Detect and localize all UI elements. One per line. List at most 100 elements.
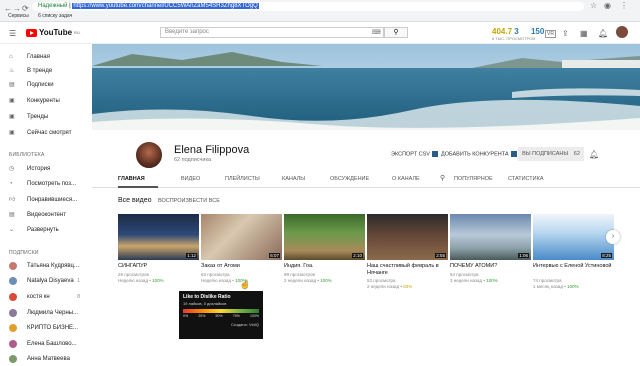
vidiq-stats: 404.7 3 150 6 TЫС. ПРОСМОТРОВ bbox=[492, 27, 544, 41]
video-title-1[interactable]: Заказ от Атоми bbox=[201, 263, 282, 270]
avatar bbox=[9, 277, 17, 285]
sidebar-sub-1[interactable]: Natalya Disyaeva 1 bbox=[0, 274, 90, 288]
subscribed-button[interactable]: ВЫ ПОДПИСАНЫ 62 bbox=[518, 147, 584, 161]
video-meta-2: 2 недели назад • 100% bbox=[284, 278, 332, 283]
video-title-0[interactable]: СИНГАПУР bbox=[118, 263, 199, 270]
ratio-ticks: 0% 25% 50% 75% 100% bbox=[183, 314, 259, 318]
sidebar-sub-5[interactable]: Елена Башлово... bbox=[0, 337, 90, 351]
tooltip-title: Like to Dislike Ratio bbox=[183, 294, 231, 300]
tab-videos[interactable]: ВИДЕО bbox=[181, 176, 200, 182]
like-ratio-tooltip: Like to Dislike Ratio 19 лайков, 0 дизла… bbox=[179, 291, 263, 339]
avatar bbox=[9, 324, 17, 332]
trending-icon: ♨ bbox=[9, 68, 15, 74]
account-avatar[interactable] bbox=[616, 26, 628, 38]
sidebar-item-competitors[interactable]: ▣ Конкуренты bbox=[0, 94, 90, 108]
video-thumbnail-4[interactable]: 1:06 bbox=[450, 214, 531, 260]
video-thumbnail-0[interactable]: 1:12 bbox=[118, 214, 199, 260]
stat-label: 6 TЫС. ПРОСМОТРОВ bbox=[492, 36, 536, 41]
bookmarks-bar: Сервисы 6 списку задач bbox=[0, 11, 640, 22]
sidebar-sub-4[interactable]: КРИПТО БИЗНЕ... bbox=[0, 321, 90, 335]
video-title-4[interactable]: ПОЧЕМУ АТОМИ? bbox=[450, 263, 531, 270]
search-button[interactable]: ⚲ bbox=[384, 27, 408, 38]
video-thumbnail-1[interactable]: 6:07 bbox=[201, 214, 282, 260]
video-title-5[interactable]: Интервью с Еленой Устиновой bbox=[533, 263, 614, 270]
cursor-icon: ☝ bbox=[240, 280, 250, 289]
bookmark-tasks[interactable]: 6 списку задач bbox=[38, 13, 72, 19]
tooltip-subtitle: 19 лайков, 0 дизлайков bbox=[183, 301, 227, 306]
sidebar-sub-3[interactable]: Людмила Черны... bbox=[0, 306, 90, 320]
sidebar-item-home[interactable]: ⌂ Главная bbox=[0, 50, 90, 64]
play-all-button[interactable]: ВОСПРОИЗВЕСТИ ВСЕ bbox=[158, 198, 220, 204]
sidebar-item-subscriptions[interactable]: ▤ Подписки bbox=[0, 78, 90, 92]
tab-about[interactable]: О КАНАЛЕ bbox=[392, 176, 420, 182]
channel-subscribers: 62 подписчика bbox=[174, 157, 212, 163]
vr-badge[interactable]: VR bbox=[545, 30, 556, 38]
tab-home[interactable]: ГЛАВНАЯ bbox=[118, 176, 145, 182]
subscriptions-icon: ▤ bbox=[9, 82, 15, 88]
notifications-icon[interactable]: 🔔︎ bbox=[598, 29, 608, 38]
export-icon bbox=[431, 151, 438, 157]
bookmark-services[interactable]: Сервисы bbox=[8, 13, 29, 19]
sidebar-item-watching[interactable]: ▣ Сейчас смотрят bbox=[0, 126, 90, 140]
add-competitor-button[interactable]: ДОБАВИТЬ КОНКУРЕНТА bbox=[441, 151, 517, 157]
keyboard-icon[interactable]: ⌨ bbox=[372, 29, 381, 36]
sidebar-sub-0[interactable]: Татьяна Кудрявц... bbox=[0, 259, 90, 273]
hamburger-icon[interactable]: ☰ bbox=[9, 29, 16, 38]
sidebar-item-expand[interactable]: ⌄ Развернуть bbox=[0, 223, 90, 237]
tooltip-footer: Создано: VidIQ bbox=[231, 322, 259, 327]
upload-icon[interactable]: ⇪ bbox=[562, 29, 569, 38]
video-thumbnail-5[interactable]: 8:25 bbox=[533, 214, 614, 260]
tab-popular[interactable]: ПОПУЛЯРНОЕ bbox=[454, 176, 493, 182]
banner-image bbox=[92, 44, 640, 130]
address-bar[interactable]: Надежный | https://www.youtube.com/chann… bbox=[32, 2, 584, 11]
tab-playlists[interactable]: ПЛЕЙЛИСТЫ bbox=[225, 176, 260, 182]
library-heading: БИБЛИОТЕКА bbox=[9, 152, 45, 158]
search-icon[interactable]: ⚲ bbox=[440, 174, 445, 182]
secure-label: Надежный bbox=[38, 3, 68, 9]
sidebar: ⌂ Главная ♨ В тренде ▤ Подписки ▣ Конкуренты… bbox=[0, 44, 90, 363]
bell-icon[interactable]: 🔔︎ bbox=[589, 150, 599, 159]
channel-tabs: ГЛАВНАЯ ВИДЕО ПЛЕЙЛИСТЫ КАНАЛЫ ОБСУЖДЕНИ… bbox=[92, 172, 640, 188]
youtube-play-icon bbox=[26, 28, 37, 37]
channel-name: Elena Filippova bbox=[174, 144, 250, 156]
search-input[interactable]: Введите запрос bbox=[160, 27, 384, 38]
ratio-bar bbox=[183, 309, 259, 313]
export-csv-button[interactable]: ЭКСПОРТ CSV bbox=[391, 151, 438, 157]
avatar bbox=[9, 293, 17, 301]
stat-three: 150 bbox=[530, 27, 545, 36]
apps-icon[interactable]: ▦ bbox=[580, 29, 588, 38]
chevron-down-icon: ⌄ bbox=[9, 227, 15, 233]
liked-icon: 👍︎ bbox=[9, 197, 16, 203]
url-text[interactable]: https://www.youtube.com/channel/UCC5WAnZ… bbox=[72, 3, 259, 9]
section-title[interactable]: Все видео bbox=[118, 197, 152, 204]
tab-discussion[interactable]: ОБСУЖДЕНИЕ bbox=[330, 176, 369, 182]
sidebar-item-history[interactable]: ◷ История bbox=[0, 162, 90, 176]
sidebar-item-watch-later[interactable]: ◔ Посмотреть поз... bbox=[0, 177, 90, 191]
watch-later-icon: ◔ bbox=[9, 181, 13, 187]
channel-banner bbox=[92, 44, 640, 130]
subscriptions-heading: ПОДПИСКИ bbox=[9, 250, 39, 256]
avatar bbox=[9, 309, 17, 317]
next-arrow-icon[interactable]: › bbox=[606, 230, 620, 244]
video-meta-3: 2 недели назад • 83% bbox=[367, 284, 413, 289]
avatar bbox=[9, 355, 17, 363]
video-thumbnail-2[interactable]: 2:10 bbox=[284, 214, 365, 260]
sidebar-item-trending[interactable]: ♨ В тренде bbox=[0, 64, 90, 78]
tab-statistics[interactable]: СТАТИСТИКА bbox=[508, 176, 544, 182]
youtube-logo[interactable]: YouTube RU bbox=[26, 28, 80, 37]
channel-avatar[interactable] bbox=[134, 140, 164, 170]
sidebar-sub-6[interactable]: Анна Матвеева bbox=[0, 352, 90, 366]
video-title-3[interactable]: Наш счастливый февраль в Нячанге bbox=[367, 263, 448, 277]
sidebar-sub-2[interactable]: костя кн 8 bbox=[0, 290, 90, 304]
sidebar-item-video-content[interactable]: ▤ Видеоконтент bbox=[0, 208, 90, 222]
stat-two: 3 bbox=[514, 27, 519, 36]
trends-icon: ▣ bbox=[9, 114, 15, 120]
video-title-2[interactable]: Индия. Гоа. bbox=[284, 263, 365, 270]
history-icon: ◷ bbox=[9, 166, 15, 172]
sidebar-item-liked[interactable]: 👍︎ Понравившиеся... bbox=[0, 193, 90, 207]
video-content-icon: ▤ bbox=[9, 212, 15, 218]
competitors-icon: ▣ bbox=[9, 98, 15, 104]
sidebar-item-trends[interactable]: ▣ Тренды bbox=[0, 110, 90, 124]
tab-channels[interactable]: КАНАЛЫ bbox=[282, 176, 305, 182]
video-thumbnail-3[interactable]: 2:55 bbox=[367, 214, 448, 260]
